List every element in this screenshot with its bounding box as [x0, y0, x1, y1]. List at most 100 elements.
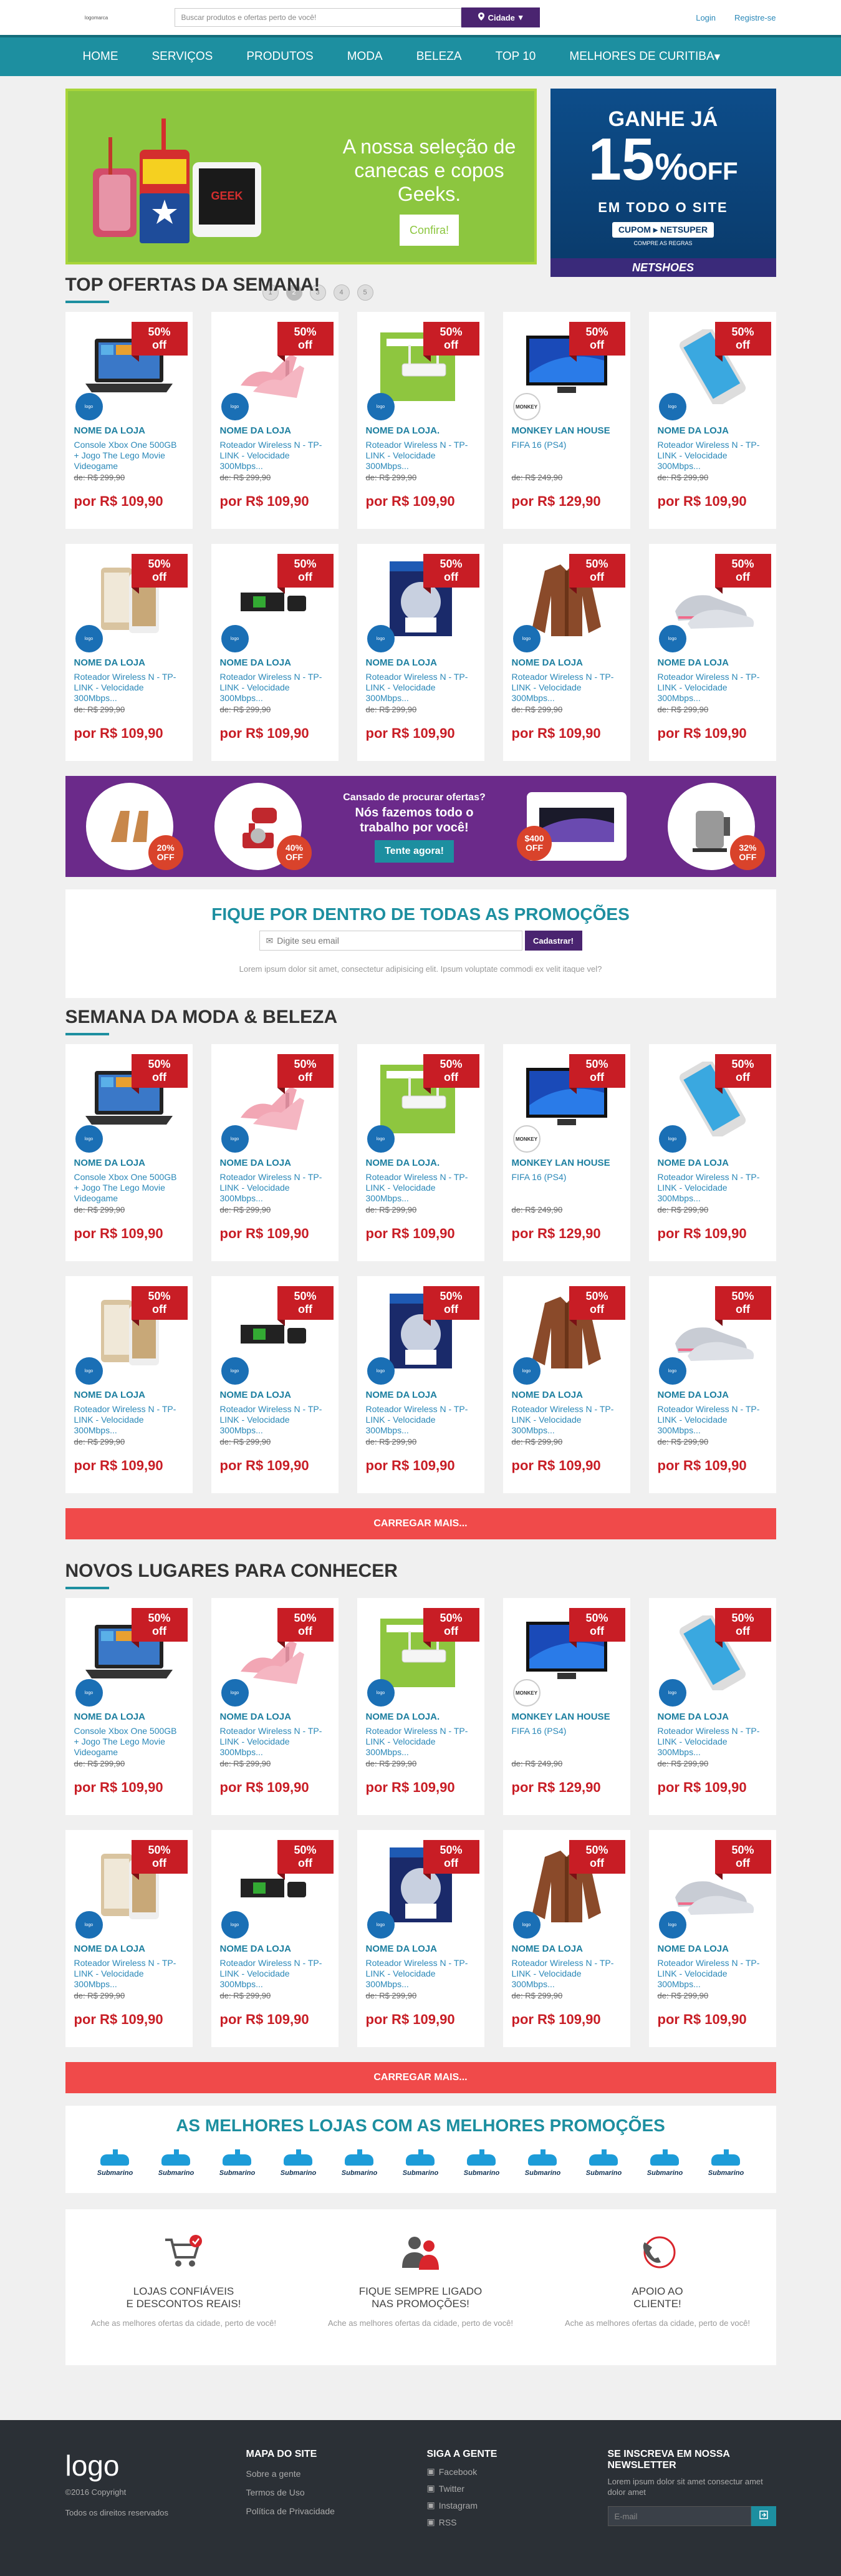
store-logo[interactable]: logo — [75, 393, 103, 420]
product-name[interactable]: Roteador Wireless N - TP-LINK - Velocida… — [366, 1404, 476, 1436]
newsletter-submit-button[interactable]: Cadastrar! — [524, 931, 582, 951]
product-card[interactable]: 50% off logo NOME DA LOJA Roteador Wirel… — [648, 312, 776, 529]
product-name[interactable]: FIFA 16 (PS4) — [512, 440, 622, 472]
product-image[interactable]: 50% off logo — [362, 1049, 479, 1153]
store-logo[interactable]: logo — [221, 1357, 249, 1385]
nav-item-top10[interactable]: TOP 10 — [479, 37, 553, 76]
store-logo[interactable]: logo — [367, 393, 395, 420]
product-name[interactable]: Console Xbox One 500GB + Jogo The Lego M… — [74, 1172, 184, 1204]
store-logo[interactable]: logo — [75, 625, 103, 652]
product-card[interactable]: 50% off MONKEY MONKEY LAN HOUSE FIFA 16 … — [502, 1598, 630, 1815]
product-image[interactable]: 50% off logo — [508, 1835, 625, 1939]
product-store-name[interactable]: NOME DA LOJA — [658, 1712, 767, 1722]
product-card[interactable]: 50% off logo NOME DA LOJA Roteador Wirel… — [357, 1830, 484, 2047]
footer-email-input[interactable]: E-mail — [607, 2506, 751, 2526]
store-logo-submarino[interactable]: Submarino — [705, 2149, 747, 2177]
store-logo-submarino[interactable]: Submarino — [644, 2149, 686, 2177]
product-name[interactable]: Roteador Wireless N - TP-LINK - Velocida… — [74, 672, 184, 704]
product-image[interactable]: 50% off logo — [362, 1281, 479, 1385]
product-card[interactable]: 50% off logo NOME DA LOJA Roteador Wirel… — [211, 1830, 339, 2047]
store-logo[interactable]: logo — [658, 625, 686, 652]
product-card[interactable]: 50% off logo NOME DA LOJA Roteador Wirel… — [502, 1276, 630, 1493]
store-logo[interactable]: logo — [658, 393, 686, 420]
product-name[interactable]: Roteador Wireless N - TP-LINK - Velocida… — [366, 1172, 476, 1204]
nav-item-moda[interactable]: MODA — [330, 37, 400, 76]
nav-item-servicos[interactable]: SERVIÇOS — [135, 37, 230, 76]
footer-link-facebook[interactable]: ▣ Facebook — [427, 2466, 608, 2477]
product-image[interactable]: 50% off logo — [362, 549, 479, 652]
product-image[interactable]: 50% off logo — [362, 1603, 479, 1707]
store-logo[interactable]: logo — [221, 1911, 249, 1939]
store-logo[interactable]: logo — [658, 1357, 686, 1385]
product-name[interactable]: Roteador Wireless N - TP-LINK - Velocida… — [658, 672, 767, 704]
store-logo[interactable]: logo — [658, 1125, 686, 1153]
product-name[interactable]: Roteador Wireless N - TP-LINK - Velocida… — [366, 440, 476, 472]
product-image[interactable]: 50% off logo — [654, 1049, 771, 1153]
store-logo-submarino[interactable]: Submarino — [216, 2149, 259, 2177]
product-image[interactable]: 50% off logo — [70, 1835, 188, 1939]
product-image[interactable]: 50% off logo — [216, 1049, 334, 1153]
product-store-name[interactable]: NOME DA LOJA — [658, 1944, 767, 1954]
product-image[interactable]: 50% off logo — [216, 1603, 334, 1707]
product-name[interactable]: Roteador Wireless N - TP-LINK - Velocida… — [512, 1404, 622, 1436]
product-image[interactable]: 50% off logo — [216, 1281, 334, 1385]
product-card[interactable]: 50% off logo NOME DA LOJA. Roteador Wire… — [357, 312, 484, 529]
store-logo[interactable]: logo — [512, 1357, 541, 1385]
product-store-name[interactable]: NOME DA LOJA — [220, 657, 330, 668]
nav-item-produtos[interactable]: PRODUTOS — [229, 37, 330, 76]
product-name[interactable]: Roteador Wireless N - TP-LINK - Velocida… — [220, 1958, 330, 1990]
product-card[interactable]: 50% off logo NOME DA LOJA. Roteador Wire… — [357, 1044, 484, 1261]
product-name[interactable]: Roteador Wireless N - TP-LINK - Velocida… — [512, 1958, 622, 1990]
product-card[interactable]: 50% off logo NOME DA LOJA Roteador Wirel… — [65, 544, 193, 761]
product-card[interactable]: 50% off logo NOME DA LOJA Roteador Wirel… — [357, 544, 484, 761]
store-logo[interactable]: logo — [221, 393, 249, 420]
product-image[interactable]: 50% off logo — [654, 1835, 771, 1939]
store-logo[interactable]: logo — [367, 625, 395, 652]
store-logo[interactable]: logo — [221, 1679, 249, 1707]
product-card[interactable]: 50% off logo NOME DA LOJA Roteador Wirel… — [211, 1044, 339, 1261]
product-store-name[interactable]: NOME DA LOJA — [220, 425, 330, 436]
product-card[interactable]: 50% off logo NOME DA LOJA. Roteador Wire… — [357, 1598, 484, 1815]
product-store-name[interactable]: NOME DA LOJA. — [366, 425, 476, 436]
store-logo-submarino[interactable]: Submarino — [339, 2149, 381, 2177]
product-image[interactable]: 50% off logo — [70, 1049, 188, 1153]
product-name[interactable]: Roteador Wireless N - TP-LINK - Velocida… — [220, 1404, 330, 1436]
product-image[interactable]: 50% off logo — [362, 317, 479, 420]
product-store-name[interactable]: NOME DA LOJA — [74, 1944, 184, 1954]
product-store-name[interactable]: NOME DA LOJA — [220, 1390, 330, 1400]
nav-item-home[interactable]: HOME — [65, 37, 135, 76]
store-logo[interactable]: logo — [512, 1911, 541, 1939]
product-image[interactable]: 50% off logo — [508, 549, 625, 652]
store-logo[interactable]: logo — [367, 1357, 395, 1385]
product-name[interactable]: FIFA 16 (PS4) — [512, 1172, 622, 1204]
product-card[interactable]: 50% off logo NOME DA LOJA Roteador Wirel… — [211, 1598, 339, 1815]
product-card[interactable]: 50% off logo NOME DA LOJA Roteador Wirel… — [211, 312, 339, 529]
product-store-name[interactable]: MONKEY LAN HOUSE — [512, 1712, 622, 1722]
product-store-name[interactable]: NOME DA LOJA — [512, 1944, 622, 1954]
product-image[interactable]: 50% off logo — [70, 1281, 188, 1385]
product-name[interactable]: Console Xbox One 500GB + Jogo The Lego M… — [74, 440, 184, 472]
product-card[interactable]: 50% off logo NOME DA LOJA Roteador Wirel… — [648, 1276, 776, 1493]
product-store-name[interactable]: NOME DA LOJA — [658, 657, 767, 668]
product-name[interactable]: Roteador Wireless N - TP-LINK - Velocida… — [658, 1726, 767, 1758]
store-logo[interactable]: logo — [658, 1911, 686, 1939]
product-store-name[interactable]: NOME DA LOJA — [74, 1390, 184, 1400]
register-link[interactable]: Registre-se — [734, 13, 776, 22]
product-store-name[interactable]: NOME DA LOJA — [366, 1390, 476, 1400]
store-logo-submarino[interactable]: Submarino — [155, 2149, 198, 2177]
product-image[interactable]: 50% off logo — [216, 1835, 334, 1939]
footer-email-submit-button[interactable] — [751, 2506, 776, 2526]
product-store-name[interactable]: NOME DA LOJA — [74, 1712, 184, 1722]
store-logo-submarino[interactable]: Submarino — [277, 2149, 320, 2177]
product-card[interactable]: 50% off logo NOME DA LOJA Roteador Wirel… — [211, 544, 339, 761]
product-name[interactable]: Roteador Wireless N - TP-LINK - Velocida… — [658, 1404, 767, 1436]
load-more-button[interactable]: CARREGAR MAIS... — [65, 2062, 776, 2093]
newsletter-email-input[interactable]: ✉ Digite seu email — [259, 931, 522, 951]
product-image[interactable]: 50% off logo — [508, 1281, 625, 1385]
product-store-name[interactable]: NOME DA LOJA — [512, 1390, 622, 1400]
main-banner-cta-button[interactable]: Confira! — [399, 215, 459, 246]
product-name[interactable]: Roteador Wireless N - TP-LINK - Velocida… — [220, 1726, 330, 1758]
product-image[interactable]: 50% off MONKEY — [508, 1603, 625, 1707]
product-card[interactable]: 50% off logo NOME DA LOJA Roteador Wirel… — [502, 544, 630, 761]
product-card[interactable]: 50% off logo NOME DA LOJA Roteador Wirel… — [648, 544, 776, 761]
